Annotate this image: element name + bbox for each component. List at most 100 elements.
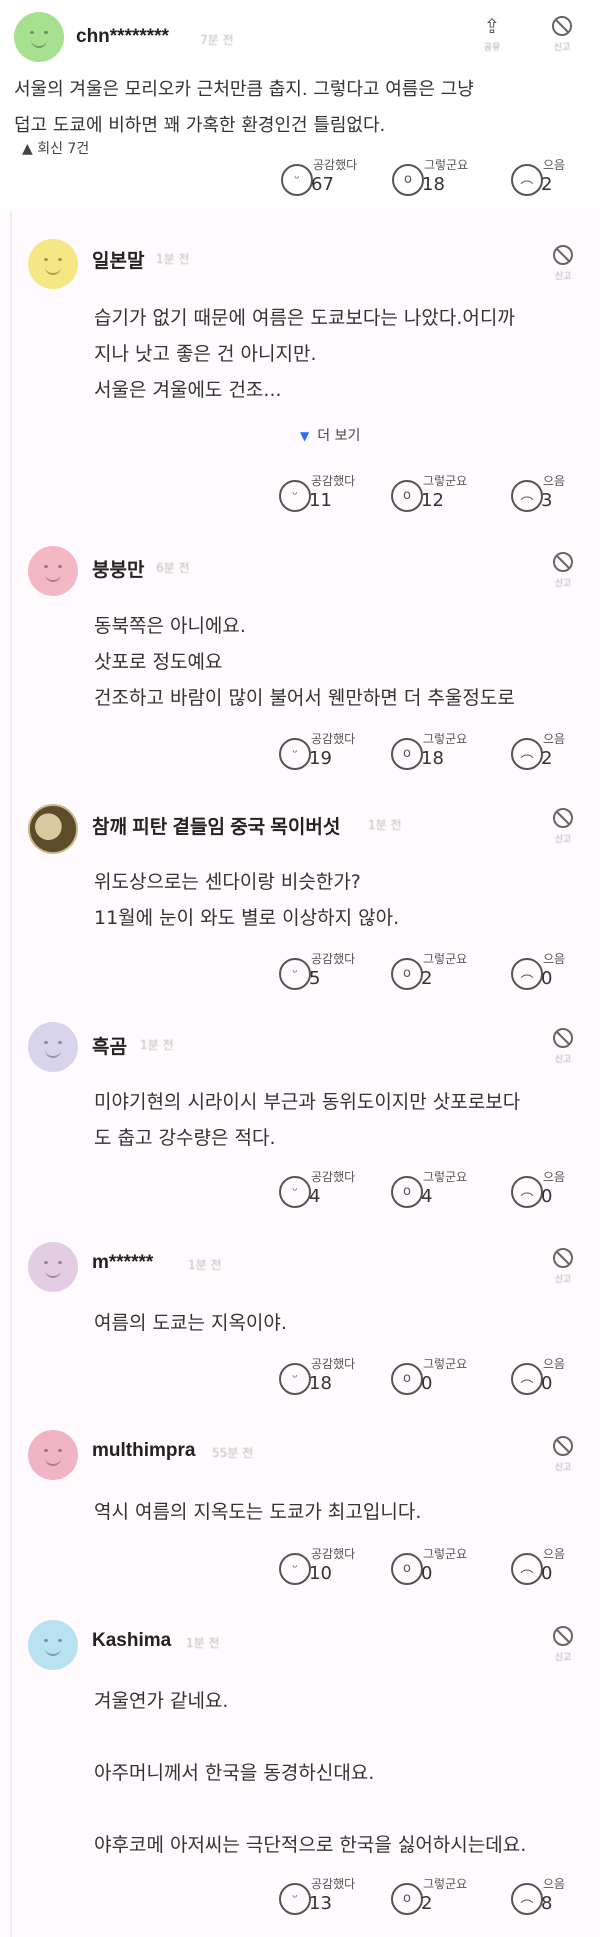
timestamp: 1분 전 bbox=[368, 818, 402, 832]
reaction-indeed[interactable]: o 그렇군요 4 bbox=[391, 1168, 481, 1218]
block-icon bbox=[553, 1248, 573, 1268]
reaction-indeed[interactable]: o 그렇군요 0 bbox=[391, 1355, 481, 1405]
report-button[interactable]: 신고 bbox=[538, 808, 588, 845]
reaction-hmm[interactable]: ︵ 으음 0 bbox=[511, 1168, 600, 1218]
timestamp: 1분 전 bbox=[156, 252, 190, 266]
reaction-hmm[interactable]: ︵ 으음 0 bbox=[511, 950, 600, 1000]
avatar[interactable] bbox=[28, 239, 78, 289]
avatar[interactable] bbox=[28, 1242, 78, 1292]
report-button[interactable]: 신고 bbox=[538, 1248, 588, 1285]
reaction-label: 공감했다 bbox=[311, 1357, 356, 1371]
reaction-label: 그렇군요 bbox=[423, 732, 468, 746]
author-name[interactable]: 흑곰 bbox=[92, 1032, 127, 1059]
report-button[interactable]: 신고 bbox=[538, 1626, 588, 1663]
author-name[interactable]: 붕붕만 bbox=[92, 555, 144, 582]
author-name[interactable]: m****** bbox=[92, 1252, 153, 1274]
author-name[interactable]: chn******** bbox=[76, 26, 169, 48]
timestamp: 6분 전 bbox=[156, 561, 190, 575]
avatar[interactable] bbox=[14, 12, 64, 62]
reaction-count: 13 bbox=[309, 1893, 332, 1914]
avatar[interactable] bbox=[28, 546, 78, 596]
avatar[interactable] bbox=[28, 1022, 78, 1072]
surprised-face-icon: o bbox=[391, 1553, 423, 1585]
comment-text: 미야기현의 시라이시 부근과 동위도이지만 삿포로보다 도 춥고 강수량은 적다… bbox=[94, 1091, 521, 1149]
smile-face-icon bbox=[14, 12, 64, 62]
reaction-hmm[interactable]: ︵ 으음 0 bbox=[511, 1355, 600, 1405]
report-label: 신고 bbox=[554, 579, 572, 589]
timestamp: 7분 전 bbox=[200, 33, 234, 47]
surprised-face-icon: o bbox=[391, 738, 423, 770]
report-button[interactable]: 신고 bbox=[538, 1436, 588, 1473]
reaction-label: 으음 bbox=[543, 952, 566, 966]
smile-face-icon bbox=[28, 239, 78, 289]
reaction-hmm[interactable]: ︵ 으음 3 bbox=[511, 472, 600, 522]
reaction-indeed[interactable]: o 그렇군요 12 bbox=[391, 472, 481, 522]
reaction-label: 으음 bbox=[543, 474, 566, 488]
author-name[interactable]: Kashima bbox=[92, 1630, 171, 1652]
reaction-hmm[interactable]: ︵ 으음 2 bbox=[511, 156, 600, 206]
avatar[interactable] bbox=[28, 1620, 78, 1670]
reaction-hmm[interactable]: ︵ 으음 2 bbox=[511, 730, 600, 780]
reaction-label: 으음 bbox=[543, 732, 566, 746]
reaction-indeed[interactable]: o 그렇군요 0 bbox=[391, 1545, 481, 1595]
report-button[interactable]: 신고 bbox=[538, 552, 588, 589]
report-label: 신고 bbox=[554, 1463, 572, 1473]
avatar[interactable] bbox=[28, 1430, 78, 1480]
reaction-label: 공감했다 bbox=[311, 474, 356, 488]
comment-text: 서울의 겨울은 모리오카 근처만큼 춥지. 그렇다고 여름은 그냥 덥고 도쿄에… bbox=[14, 79, 474, 136]
reaction-count: 4 bbox=[421, 1186, 433, 1207]
author-name[interactable]: multhimpra bbox=[92, 1440, 195, 1462]
author-name[interactable]: 일본말 bbox=[92, 246, 144, 273]
reaction-count: 2 bbox=[541, 174, 553, 195]
reaction-label: 공감했다 bbox=[311, 732, 356, 746]
reaction-hmm[interactable]: ︵ 으음 8 bbox=[511, 1875, 600, 1925]
share-icon: ⇪ bbox=[483, 14, 501, 38]
report-button[interactable]: 신고 bbox=[538, 1028, 588, 1065]
reaction-count: 0 bbox=[541, 1186, 553, 1207]
show-more-button[interactable]: ▼ 더 보기 bbox=[300, 425, 360, 445]
replies-toggle[interactable]: ▲ 회신 7건 bbox=[22, 138, 89, 158]
reaction-label: 그렇군요 bbox=[423, 952, 468, 966]
comment-text: 위도상으로는 센다이랑 비슷한가? 11월에 눈이 와도 별로 이상하지 않아. bbox=[94, 871, 400, 929]
reaction-agree[interactable]: ᵕ 공감했다 11 bbox=[279, 472, 369, 522]
reaction-count: 18 bbox=[422, 174, 445, 195]
reaction-indeed[interactable]: o 그렇군요 2 bbox=[391, 950, 481, 1000]
reaction-count: 0 bbox=[421, 1373, 433, 1394]
frown-face-icon: ︵ bbox=[511, 1363, 543, 1395]
reaction-count: 2 bbox=[421, 968, 433, 989]
reaction-agree[interactable]: ᵕ 공감했다 13 bbox=[279, 1875, 369, 1925]
reaction-agree[interactable]: ᵕ 공감했다 18 bbox=[279, 1355, 369, 1405]
block-icon bbox=[553, 1626, 573, 1646]
timestamp: 1분 전 bbox=[186, 1636, 220, 1650]
reaction-label: 공감했다 bbox=[311, 1547, 356, 1561]
reaction-indeed[interactable]: o 그렇군요 18 bbox=[391, 730, 481, 780]
frown-face-icon: ︵ bbox=[511, 164, 543, 196]
avatar[interactable] bbox=[28, 804, 78, 854]
reaction-agree[interactable]: ᵕ 공감했다 5 bbox=[279, 950, 369, 1000]
reaction-agree[interactable]: ᵕ 공감했다 19 bbox=[279, 730, 369, 780]
smile-face-icon: ᵕ bbox=[279, 1363, 311, 1395]
reaction-indeed[interactable]: o 그렇군요 2 bbox=[391, 1875, 481, 1925]
report-button[interactable]: 신고 bbox=[538, 245, 588, 282]
author-name[interactable]: 참깨 피탄 곁들임 중국 목이버섯 bbox=[92, 812, 340, 839]
smile-face-icon: ᵕ bbox=[281, 164, 313, 196]
report-button[interactable]: 신고 bbox=[537, 16, 587, 53]
block-icon bbox=[552, 16, 572, 36]
reaction-agree[interactable]: ᵕ 공감했다 4 bbox=[279, 1168, 369, 1218]
block-icon bbox=[553, 1028, 573, 1048]
reaction-label: 으음 bbox=[543, 1170, 566, 1184]
reaction-agree[interactable]: ᵕ 공감했다 67 bbox=[281, 156, 371, 206]
report-label: 신고 bbox=[554, 1275, 572, 1285]
block-icon bbox=[553, 245, 573, 265]
top-comment: chn******** 7분 전 ⇪ 공유 신고 서울의 겨울은 모리오카 근처… bbox=[0, 0, 600, 210]
reaction-hmm[interactable]: ︵ 으음 0 bbox=[511, 1545, 600, 1595]
reaction-label: 공감했다 bbox=[311, 1877, 356, 1891]
smile-face-icon bbox=[28, 1620, 78, 1670]
smile-face-icon: ᵕ bbox=[279, 958, 311, 990]
reaction-label: 공감했다 bbox=[311, 952, 356, 966]
reaction-indeed[interactable]: o 그렇군요 18 bbox=[392, 156, 482, 206]
reaction-label: 그렇군요 bbox=[423, 1547, 468, 1561]
reaction-agree[interactable]: ᵕ 공감했다 10 bbox=[279, 1545, 369, 1595]
report-label: 신고 bbox=[554, 272, 572, 282]
share-button[interactable]: ⇪ 공유 bbox=[472, 16, 512, 53]
